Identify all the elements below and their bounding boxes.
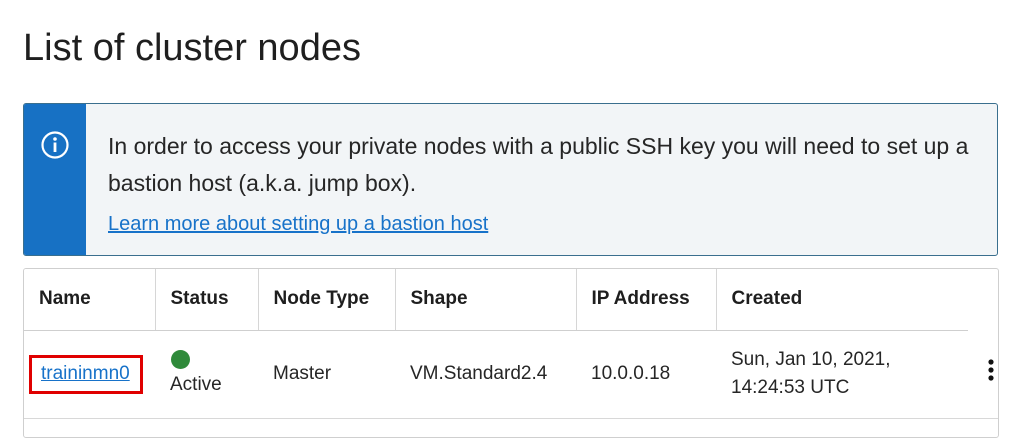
column-header-created[interactable]: Created	[716, 269, 968, 331]
column-header-shape[interactable]: Shape	[395, 269, 577, 331]
kebab-menu-icon[interactable]	[987, 358, 995, 382]
column-header-name[interactable]: Name	[24, 269, 156, 331]
row-actions-cell	[968, 330, 998, 419]
page-title: List of cluster nodes	[23, 27, 361, 69]
node-name-cell: traininmn0	[24, 330, 155, 419]
node-shape-cell: VM.Standard2.4	[395, 330, 576, 419]
info-banner: In order to access your private nodes wi…	[23, 103, 998, 256]
column-header-node-type[interactable]: Node Type	[258, 269, 396, 331]
node-created-time: 14:24:53 UTC	[731, 377, 850, 398]
node-status-text: Active	[170, 373, 222, 395]
column-header-ip-address[interactable]: IP Address	[576, 269, 717, 331]
column-header-status[interactable]: Status	[155, 269, 259, 331]
status-active-icon	[171, 349, 190, 369]
node-name-link[interactable]: traininmn0	[29, 354, 143, 394]
bastion-host-help-link[interactable]: Learn more about setting up a bastion ho…	[108, 213, 488, 236]
info-banner-text: In order to access your private nodes wi…	[108, 133, 969, 196]
info-banner-body: In order to access your private nodes wi…	[86, 104, 988, 255]
node-created-date: Sun, Jan 10, 2021,	[731, 349, 891, 370]
table-row: traininmn0 Active Master VM.Standard2.4 …	[24, 330, 998, 419]
node-status-cell: Active	[155, 330, 258, 419]
node-created-cell: Sun, Jan 10, 2021, 14:24:53 UTC	[716, 330, 968, 419]
node-type-cell: Master	[258, 330, 395, 419]
node-ip-cell: 10.0.0.18	[576, 330, 716, 419]
cluster-nodes-table: Name Status Node Type Shape IP Address C…	[23, 268, 999, 438]
info-icon	[41, 131, 69, 159]
info-banner-accent-bar	[24, 104, 86, 255]
table-header-row: Name Status Node Type Shape IP Address C…	[24, 269, 998, 331]
